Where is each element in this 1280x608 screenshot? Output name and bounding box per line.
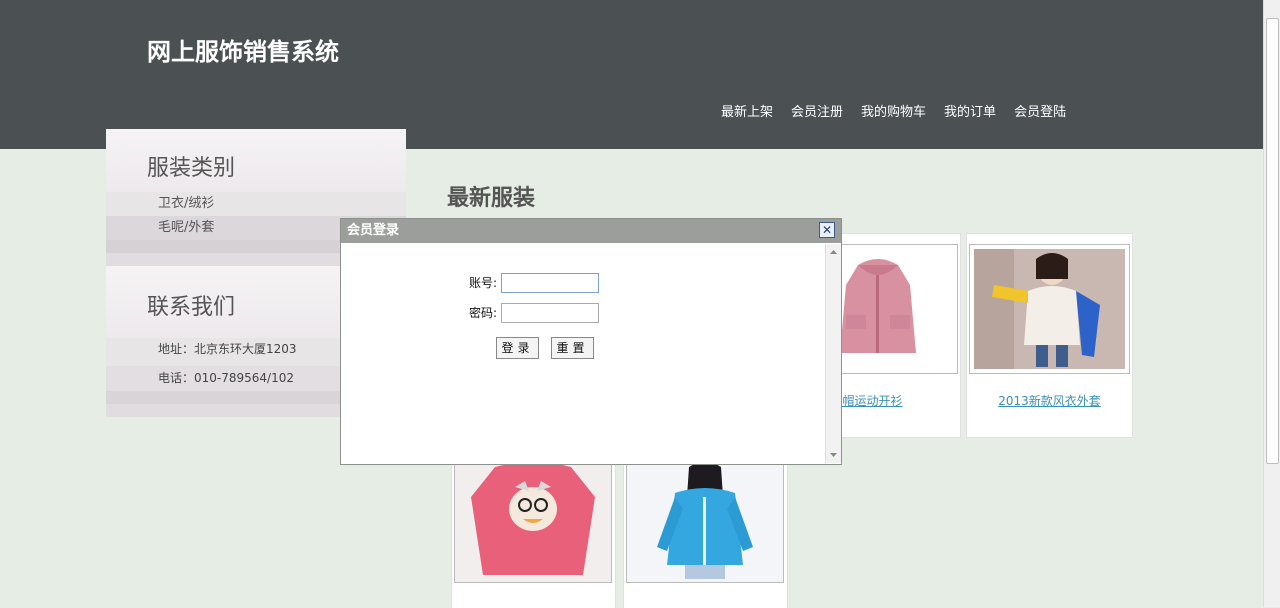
- account-label: 账号:: [468, 275, 497, 290]
- dialog-title: 会员登录: [347, 223, 400, 238]
- pink-sweater-image: [455, 457, 611, 582]
- login-button[interactable]: 登录: [496, 337, 539, 359]
- account-input[interactable]: [500, 273, 599, 293]
- category-item-hoodies[interactable]: 卫衣/绒衫: [106, 192, 406, 216]
- reset-button[interactable]: 重置: [551, 337, 594, 359]
- section-title: 最新服装: [447, 185, 536, 211]
- product-card: [623, 455, 788, 608]
- password-row: 密码:: [459, 303, 599, 323]
- password-input[interactable]: [500, 303, 599, 323]
- nav-latest[interactable]: 最新上架: [721, 101, 773, 120]
- dialog-scrollbar[interactable]: [825, 244, 841, 463]
- product-image[interactable]: [454, 456, 612, 583]
- product-card: [451, 455, 616, 608]
- scrollbar-thumb[interactable]: [1266, 18, 1279, 464]
- nav-cart[interactable]: 我的购物车: [861, 101, 926, 120]
- dialog-titlebar: 会员登录 ✕: [341, 219, 841, 243]
- product-card: 2013新款风衣外套: [966, 233, 1133, 438]
- nav-orders[interactable]: 我的订单: [944, 101, 996, 120]
- password-label: 密码:: [468, 305, 497, 320]
- nav-login[interactable]: 会员登陆: [1014, 101, 1066, 120]
- trench-coat-image: [974, 249, 1125, 369]
- page-scrollbar[interactable]: [1263, 0, 1280, 607]
- login-dialog: 会员登录 ✕ 账号: 密码: 登录 重置: [340, 218, 842, 465]
- main-nav: 最新上架 会员注册 我的购物车 我的订单 会员登陆: [721, 101, 1084, 120]
- close-icon[interactable]: ✕: [819, 222, 835, 238]
- product-link[interactable]: 2013新款风衣外套: [967, 392, 1132, 409]
- account-row: 账号:: [459, 273, 599, 293]
- blue-jacket-image: [627, 457, 783, 582]
- nav-register[interactable]: 会员注册: [791, 101, 843, 120]
- product-image[interactable]: [969, 244, 1130, 374]
- site-header: 网上服饰销售系统 最新上架 会员注册 我的购物车 我的订单 会员登陆: [0, 0, 1264, 149]
- site-title: 网上服饰销售系统: [147, 37, 339, 66]
- product-image[interactable]: [626, 456, 784, 583]
- category-title: 服装类别: [106, 129, 406, 192]
- scroll-arrows-icon: [830, 250, 837, 457]
